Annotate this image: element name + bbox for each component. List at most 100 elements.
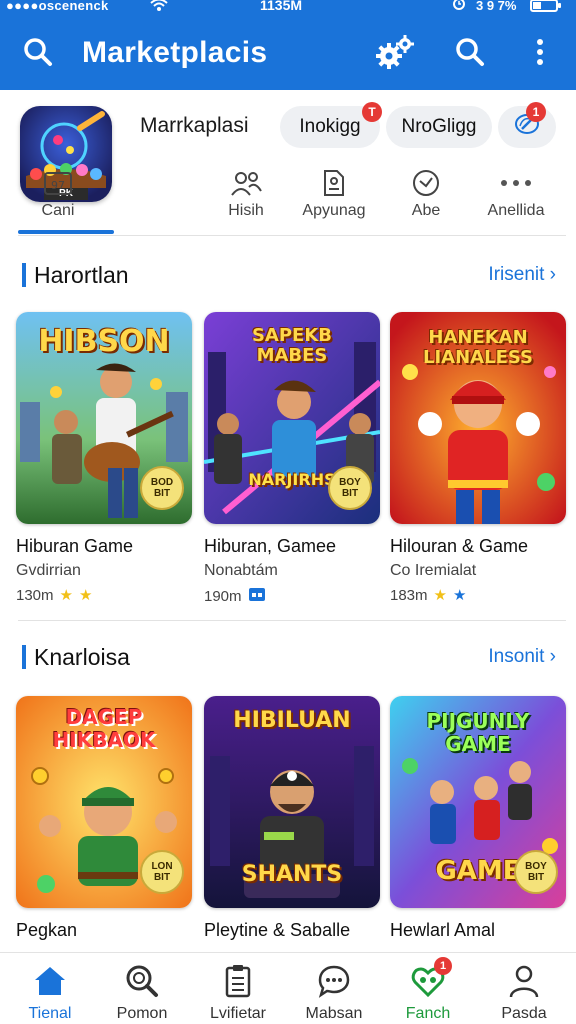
game-art-sticker: BOD BIT xyxy=(140,466,184,510)
search-icon-secondary[interactable] xyxy=(450,32,490,72)
carrier-label: ●●●●oscenenck xyxy=(6,0,109,13)
divider xyxy=(18,235,566,236)
battery-icon xyxy=(530,0,561,12)
overflow-menu-icon[interactable] xyxy=(520,32,560,72)
game-subtitle: Nonabtám xyxy=(204,562,278,579)
bottom-navigation: Tienal Pomon Lvifietar Mabsan 1 Fanch Pa… xyxy=(0,952,576,1024)
document-icon xyxy=(284,166,384,200)
tab-apyunag[interactable]: Apyunag xyxy=(284,160,384,230)
calendar-badge-icon xyxy=(248,586,266,606)
nav-item-messages[interactable]: Mabsan xyxy=(284,961,384,1023)
search-icon xyxy=(92,961,192,1001)
game-art-subtitle: SHANTS xyxy=(241,862,343,887)
section-see-all-link[interactable]: Insonit › xyxy=(488,646,556,668)
people-icon xyxy=(196,166,296,200)
game-art-sticker: BOY BIT xyxy=(514,850,558,894)
section-title: Harortlan xyxy=(34,262,129,288)
clock-icon xyxy=(376,166,476,200)
game-card[interactable]: HANEKAN LIANALESS Hilouran & Game Co Ire… xyxy=(390,312,566,604)
game-card[interactable]: PIJGUNLY GAME GAME BOY BIT Hewlarl Amal xyxy=(390,696,566,941)
section-marker xyxy=(22,263,26,287)
search-icon[interactable] xyxy=(18,32,58,72)
alarm-icon xyxy=(452,0,466,14)
game-meta: 183m ★ ★ xyxy=(390,586,566,605)
nav-label: Lvifietar xyxy=(209,1005,267,1022)
nav-item-profile[interactable]: Pasda xyxy=(474,961,574,1023)
nav-label: Fanch xyxy=(405,1005,451,1022)
settings-gears-icon[interactable] xyxy=(374,32,414,72)
game-title: Hilouran & Game xyxy=(390,536,529,556)
tab-cani[interactable]: 97 Cani xyxy=(8,160,108,230)
nav-label: Tienal xyxy=(28,1005,72,1022)
game-card[interactable]: DAGEP HIKBAOK LON BIT Pegkan xyxy=(16,696,192,941)
tab-badge: 97 xyxy=(51,179,65,192)
star-icon: ★ xyxy=(59,587,73,604)
nav-label: Pasda xyxy=(501,1005,547,1022)
notification-badge: 1 xyxy=(526,102,546,122)
nav-label: Mabsan xyxy=(305,1005,363,1022)
nav-item-friends[interactable]: 1 Fanch xyxy=(378,957,478,1023)
pill-label: NroGligg xyxy=(401,116,477,137)
pill-button-3[interactable]: 1 xyxy=(498,102,556,148)
home-icon xyxy=(0,961,100,1001)
tab-hisih[interactable]: Hisih xyxy=(196,160,296,230)
tab-abe[interactable]: Abe xyxy=(376,160,476,230)
active-tab-indicator xyxy=(18,230,114,234)
pill-button-1[interactable]: Inokigg T xyxy=(280,102,382,148)
app-name: Marrkaplasi xyxy=(140,114,249,137)
status-bar: ●●●●oscenenck 1135M 3 9 7% xyxy=(0,0,576,16)
tab-label: Cani xyxy=(41,202,75,219)
category-tabs: 97 Cani Hisih Apyunag Abe Anellida xyxy=(0,160,576,236)
page-title: Marketplacis xyxy=(82,36,268,69)
section-marker xyxy=(22,645,26,669)
clipboard-icon xyxy=(188,961,288,1001)
game-art-title: SAPEKB MABES xyxy=(251,325,333,366)
tab-anellida[interactable]: Anellida xyxy=(466,160,566,230)
game-art-title: DAGEP HIKBAOK xyxy=(52,705,156,752)
more-icon xyxy=(466,166,566,200)
game-size: 190m xyxy=(204,587,242,605)
game-thumbnail: SAPEKB MABES NARJIRHS BOY BIT xyxy=(204,312,380,524)
app-bar: ●●●●oscenenck 1135M 3 9 7% Marketplacis xyxy=(0,0,576,90)
battery-percent: 3 9 7% xyxy=(476,0,517,13)
nav-item-home[interactable]: Tienal xyxy=(0,961,100,1023)
nav-item-list[interactable]: Lvifietar xyxy=(188,961,288,1023)
person-icon xyxy=(474,961,574,1001)
game-size: 130m xyxy=(16,586,54,604)
clock-time: 1135M xyxy=(260,0,303,13)
game-title: Pegkan xyxy=(16,920,78,940)
game-thumbnail: HIBSON BOD BIT xyxy=(16,312,192,524)
see-all-label: Irisenit xyxy=(488,264,545,285)
game-card[interactable]: HIBSON BOD BIT Hiburan Game Gvdirrian 13… xyxy=(16,312,192,604)
calendar-icon: 97 xyxy=(8,166,108,200)
game-title: Hiburan Game xyxy=(16,536,134,556)
game-thumbnail: HIBILUAN SHANTS xyxy=(204,696,380,908)
nav-label: Pomon xyxy=(116,1005,168,1022)
game-art-sticker: BOY BIT xyxy=(328,466,372,510)
game-title: Hiburan, Gamee xyxy=(204,536,337,556)
game-card[interactable]: HIBILUAN SHANTS Pleytine & Saballe xyxy=(204,696,380,941)
pill-button-2[interactable]: NroGligg xyxy=(386,106,492,148)
tab-label: Hisih xyxy=(228,202,264,219)
game-size: 183m xyxy=(390,586,428,604)
nav-item-search[interactable]: Pomon xyxy=(92,961,192,1023)
game-card[interactable]: SAPEKB MABES NARJIRHS BOY BIT Hiburan, G… xyxy=(204,312,380,606)
game-thumbnail: PIJGUNLY GAME GAME BOY BIT xyxy=(390,696,566,908)
game-title: Hewlarl Amal xyxy=(390,920,496,940)
see-all-label: Insonit xyxy=(488,646,545,667)
game-art-title: HANEKAN LIANALESS xyxy=(423,327,533,368)
star-icon: ★ xyxy=(78,587,93,604)
game-subtitle: Gvdirrian xyxy=(16,562,81,579)
chat-icon xyxy=(284,961,384,1001)
game-art-sticker: LON BIT xyxy=(140,850,184,894)
game-thumbnail: DAGEP HIKBAOK LON BIT xyxy=(16,696,192,908)
game-art-title: HIBSON xyxy=(38,324,170,359)
notification-badge: T xyxy=(362,102,382,122)
notification-badge: 1 xyxy=(434,957,452,975)
game-meta: 190m xyxy=(204,586,380,606)
heart-people-icon xyxy=(378,961,478,1001)
wifi-icon xyxy=(150,0,168,15)
tab-label: Abe xyxy=(411,202,441,219)
game-meta: 130m ★ ★ xyxy=(16,586,192,605)
section-see-all-link[interactable]: Irisenit › xyxy=(488,264,556,286)
